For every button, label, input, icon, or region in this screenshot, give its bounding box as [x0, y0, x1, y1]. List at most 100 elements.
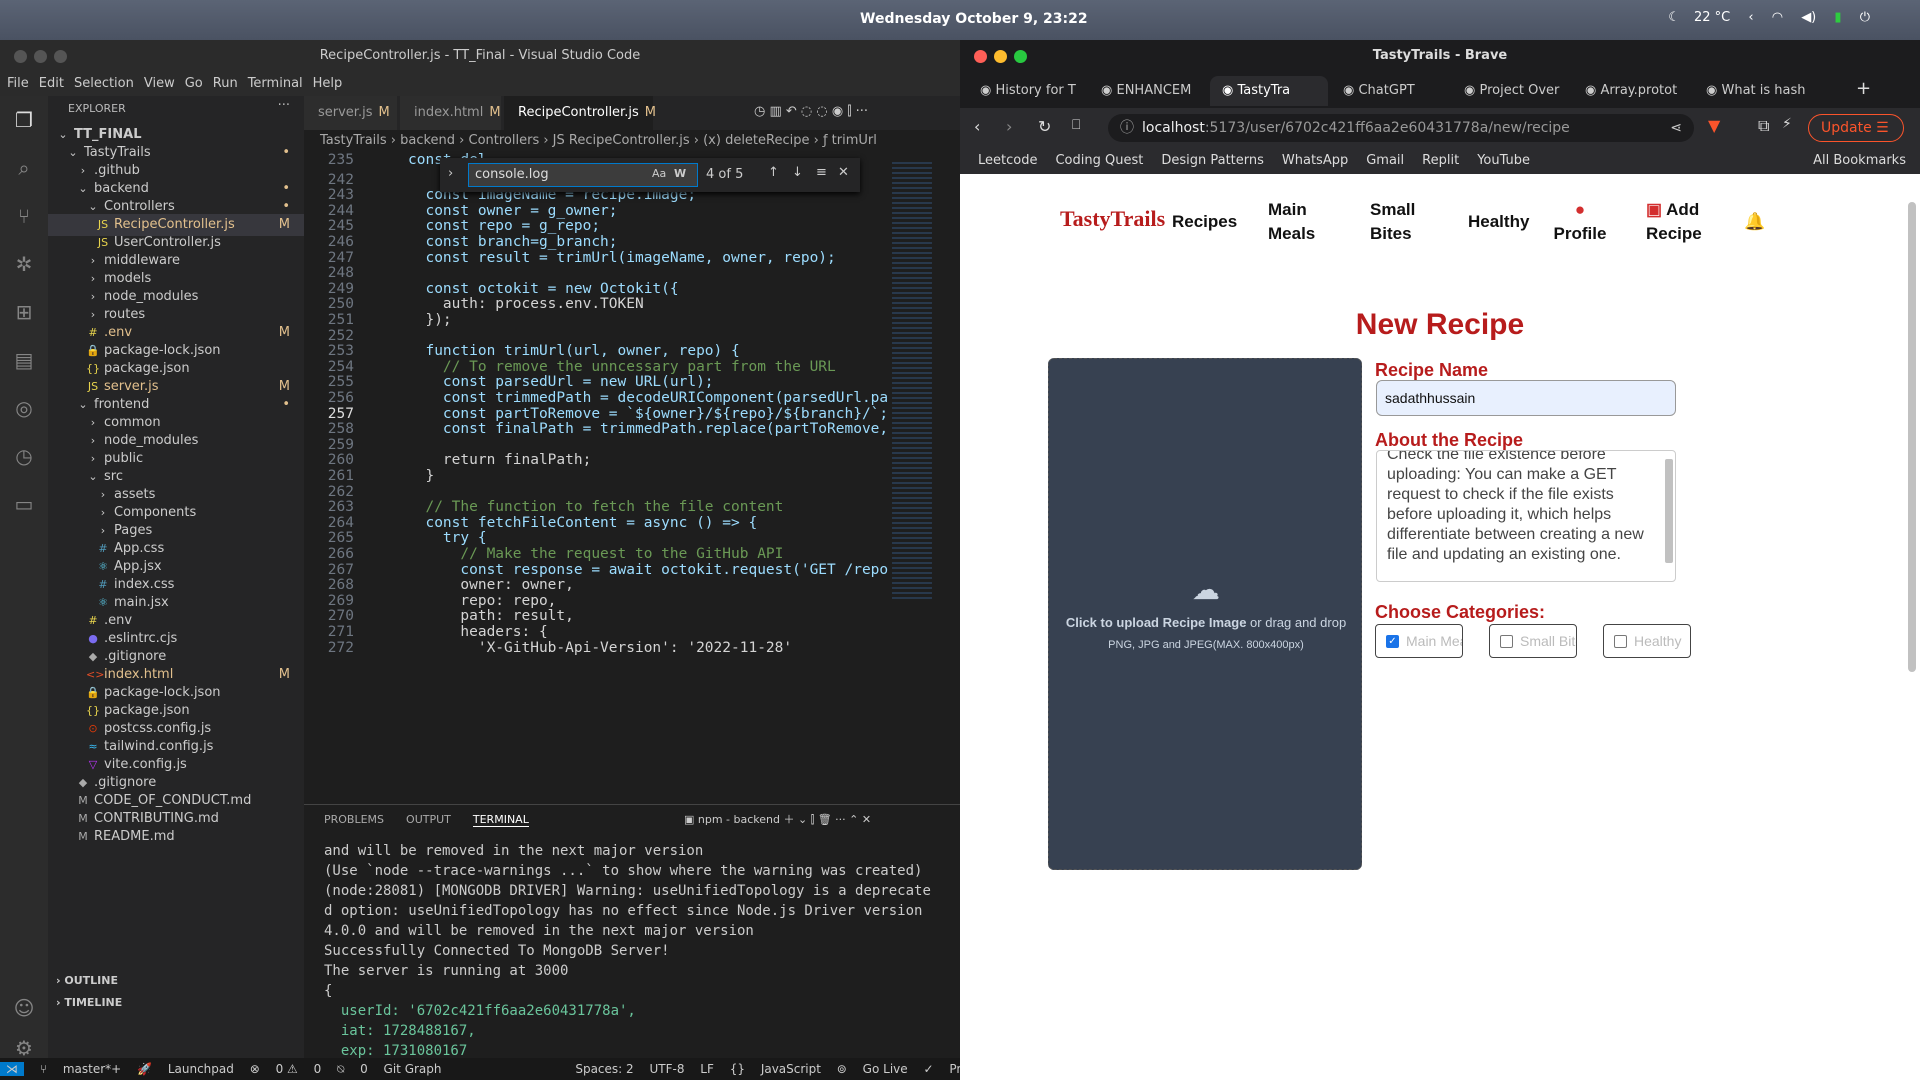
- address-bar[interactable]: ⓘ localhost:5173/user/6702c421ff6aa2e604…: [1108, 114, 1694, 142]
- explorer-icon[interactable]: ❐: [12, 108, 36, 132]
- volume-icon[interactable]: ◀): [1801, 10, 1816, 25]
- close-icon[interactable]: ✕: [838, 165, 849, 180]
- bookmark-item[interactable]: Design Patterns: [1161, 153, 1264, 168]
- menu-item[interactable]: Run: [213, 76, 238, 91]
- terminal-output[interactable]: and will be removed in the next major ve…: [324, 841, 931, 1080]
- remote-explorer-icon[interactable]: ▤: [12, 348, 36, 372]
- panel-tab[interactable]: PROBLEMS: [324, 813, 384, 826]
- window-close-button[interactable]: [14, 50, 27, 63]
- more-actions-icon[interactable]: ···: [278, 98, 290, 113]
- go-live-button[interactable]: ⊚ Go Live: [837, 1062, 908, 1076]
- brave-shields-icon[interactable]: ▼: [1708, 116, 1720, 135]
- chat-icon[interactable]: ▭: [12, 492, 36, 516]
- language-indicator[interactable]: {} JavaScript: [730, 1062, 821, 1076]
- timeline-section[interactable]: › TIMELINE: [48, 992, 304, 1014]
- nav-healthy[interactable]: Healthy: [1468, 210, 1529, 234]
- indentation-indicator[interactable]: Spaces: 2: [575, 1062, 633, 1076]
- category-checkbox[interactable]: ✓ Main Meal: [1375, 624, 1463, 658]
- forward-icon[interactable]: ›: [1006, 117, 1012, 136]
- prettier-indicator[interactable]: ✓ Prettier: [923, 1062, 960, 1076]
- source-control-icon[interactable]: ⑂: [12, 204, 36, 228]
- search-icon[interactable]: ⌕: [12, 156, 36, 180]
- menu-item[interactable]: Go: [185, 76, 203, 91]
- editor-actions[interactable]: ◷ ▥ ↶ ◌ ◌ ◉ ⫿ ···: [754, 104, 868, 119]
- editor-tab[interactable]: index.html M: [400, 96, 502, 130]
- browser-tab[interactable]: ◉ TastyTra: [1210, 76, 1328, 106]
- recipe-name-input[interactable]: sadathhussain: [1376, 380, 1676, 416]
- editor-tab[interactable]: server.js M: [304, 96, 398, 130]
- nav-profile[interactable]: ● Profile: [1550, 198, 1610, 246]
- browser-tab[interactable]: ◉ History for T: [968, 76, 1086, 106]
- eol-indicator[interactable]: LF: [700, 1062, 714, 1076]
- breadcrumb[interactable]: TastyTrails › backend › Controllers › JS…: [304, 130, 960, 152]
- checkbox-checked-icon[interactable]: ✓: [1386, 635, 1399, 648]
- run-debug-icon[interactable]: ✲: [12, 252, 36, 276]
- category-checkbox[interactable]: Healthy: [1603, 624, 1691, 658]
- manage-gear-icon[interactable]: ⚙: [12, 1036, 36, 1060]
- problems-indicator[interactable]: ⊗ 0 ⚠ 0: [250, 1062, 322, 1076]
- browser-tab[interactable]: ◉ ChatGPT: [1331, 76, 1449, 106]
- extensions-icon[interactable]: ⧉: [1758, 116, 1769, 136]
- menu-item[interactable]: Selection: [74, 76, 134, 91]
- git-graph-icon[interactable]: ◎: [12, 396, 36, 420]
- nav-small-bites[interactable]: Small Bites: [1370, 198, 1430, 246]
- system-tray[interactable]: ☾ 22 °C ‹ ◠ ◀) ▮ ⏻: [1654, 10, 1870, 25]
- terminal-selector[interactable]: ▣ npm - backend ＋ ⌄ ⫿ 🗑 ··· ⌃ ✕: [684, 811, 871, 827]
- extensions-icon[interactable]: ⊞: [12, 300, 36, 324]
- about-recipe-textarea[interactable]: Check the file existence before uploadin…: [1376, 450, 1676, 582]
- launchpad-button[interactable]: 🚀 Launchpad: [137, 1062, 234, 1076]
- window-maximize-button[interactable]: [54, 50, 67, 63]
- bookmark-item[interactable]: Coding Quest: [1055, 153, 1143, 168]
- battery-icon[interactable]: ▮: [1834, 10, 1841, 25]
- match-case-toggle[interactable]: Aa: [652, 167, 666, 180]
- site-info-icon[interactable]: ⓘ: [1120, 114, 1134, 142]
- panel-tab[interactable]: TERMINAL: [472, 813, 529, 827]
- update-button[interactable]: Update ☰: [1808, 114, 1904, 142]
- toggle-replace-icon[interactable]: ›: [448, 166, 453, 181]
- next-match-icon[interactable]: ↓: [792, 165, 803, 180]
- nav-add-recipe[interactable]: ▣ Add Recipe: [1646, 198, 1716, 246]
- minimap[interactable]: [888, 152, 948, 802]
- browser-tab[interactable]: ◉ What is hash: [1694, 76, 1812, 106]
- app-logo[interactable]: TastyTrails: [1060, 206, 1165, 232]
- menu-item[interactable]: Edit: [39, 76, 64, 91]
- reload-icon[interactable]: ↻: [1038, 117, 1051, 136]
- bell-icon[interactable]: 🔔: [1744, 210, 1765, 234]
- browser-tab[interactable]: ◉ Project Over: [1452, 76, 1570, 106]
- window-close-button[interactable]: [974, 50, 987, 63]
- nav-main-meals[interactable]: Main Meals: [1268, 198, 1328, 246]
- timeline-icon[interactable]: ◷: [12, 444, 36, 468]
- code-editor[interactable]: 235const del242243 const imageName = rec…: [304, 152, 888, 802]
- bookmark-icon[interactable]: ⎕: [1072, 117, 1080, 133]
- git-graph-button[interactable]: Git Graph: [384, 1062, 442, 1076]
- panel-tab[interactable]: OUTPUT: [406, 813, 451, 826]
- bookmark-item[interactable]: Leetcode: [978, 153, 1037, 168]
- previous-match-icon[interactable]: ↑: [768, 165, 779, 180]
- bookmark-item[interactable]: YouTube: [1477, 153, 1530, 168]
- menu-item[interactable]: Help: [313, 76, 343, 91]
- vpn-icon[interactable]: ⚡: [1782, 116, 1792, 132]
- checkbox-icon[interactable]: [1614, 635, 1627, 648]
- nav-recipes[interactable]: Recipes: [1172, 210, 1237, 234]
- bookmark-item[interactable]: WhatsApp: [1282, 153, 1348, 168]
- window-minimize-button[interactable]: [994, 50, 1007, 63]
- power-icon[interactable]: ⏻: [1860, 10, 1870, 25]
- outline-section[interactable]: › OUTLINE: [48, 970, 304, 992]
- browser-tab[interactable]: ◉ ENHANCEM: [1089, 76, 1207, 106]
- bookmark-item[interactable]: Gmail: [1366, 153, 1404, 168]
- menu-item[interactable]: File: [7, 76, 29, 91]
- chevron-left-icon[interactable]: ‹: [1748, 10, 1753, 25]
- checkbox-icon[interactable]: [1500, 635, 1513, 648]
- image-upload-dropzone[interactable]: ☁ Click to upload Recipe Image or drag a…: [1048, 358, 1362, 870]
- menu-item[interactable]: Terminal: [248, 76, 303, 91]
- find-in-selection-icon[interactable]: ≡: [816, 165, 827, 180]
- encoding-indicator[interactable]: UTF-8: [649, 1062, 684, 1076]
- bookmark-item[interactable]: Replit: [1422, 153, 1459, 168]
- wifi-icon[interactable]: ◠: [1772, 10, 1783, 25]
- textarea-scrollbar[interactable]: [1665, 459, 1673, 563]
- window-maximize-button[interactable]: [1014, 50, 1027, 63]
- branch-indicator[interactable]: ⑂ master*+: [40, 1062, 121, 1076]
- page-scrollbar[interactable]: [1908, 202, 1916, 672]
- editor-tab[interactable]: RecipeController.js M: [504, 96, 656, 130]
- account-icon[interactable]: ☺: [12, 996, 36, 1020]
